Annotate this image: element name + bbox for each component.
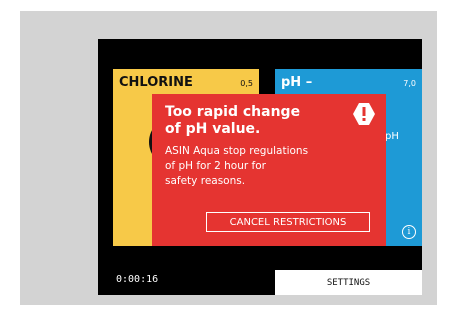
alert-dialog: Too rapid change of pH value. ASIN Aqua … [152,94,386,246]
ph-unit-label: pH [385,131,399,142]
cancel-restrictions-button[interactable]: CANCEL RESTRICTIONS [206,212,370,232]
device-frame: CHLORINE 0,5 pH – 7,0 pH i Too rapid cha… [20,11,437,305]
info-icon[interactable]: i [402,225,416,239]
elapsed-timer: 0:00:16 [116,274,159,285]
alert-title: Too rapid change of pH value. [165,104,301,137]
ph-title: pH – [281,75,313,90]
settings-button[interactable]: SETTINGS [275,270,422,295]
device-screen: CHLORINE 0,5 pH – 7,0 pH i Too rapid cha… [98,39,422,295]
alert-message: ASIN Aqua stop regulations of pH for 2 h… [165,145,309,187]
chlorine-value: 0,5 [240,79,253,88]
chlorine-title: CHLORINE [119,75,193,90]
warning-hexagon-icon [353,103,375,125]
ph-value: 7,0 [403,79,416,88]
